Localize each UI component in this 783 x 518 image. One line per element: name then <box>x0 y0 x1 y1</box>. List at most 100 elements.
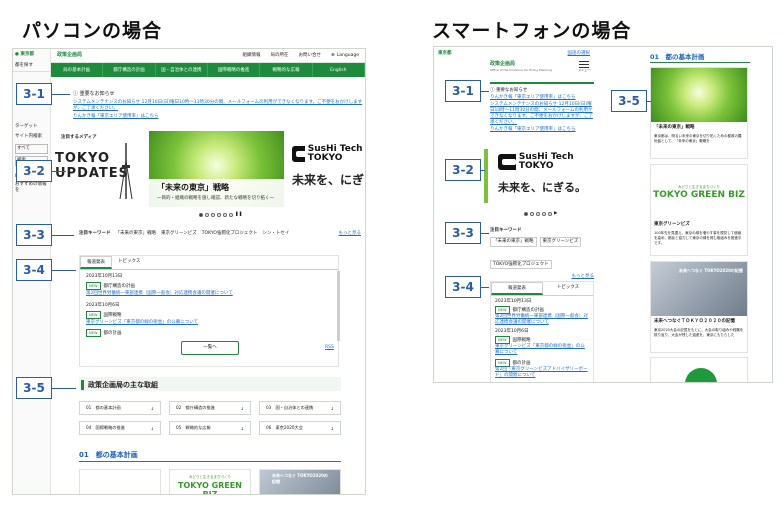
pc-hero-left-slide[interactable]: 注目するメディア TOKYO UPDATES <box>51 131 145 207</box>
play-icon[interactable]: ▶ <box>554 211 557 217</box>
news-row-meta: NEW 都の計画 <box>495 359 589 367</box>
sp-card-tokyo2020[interactable]: 未来へつなぐ TOKYO2020の記憶 未来へつなぐＴＯＫＹＯ２０２０の記憶 東… <box>650 261 748 353</box>
carousel-dot[interactable] <box>548 212 552 216</box>
carousel-dot[interactable] <box>524 212 528 216</box>
pc-language-link[interactable]: Language <box>337 53 359 59</box>
pc-header-link[interactable]: お問い合せ <box>299 53 322 59</box>
sp-card-mirai[interactable]: 「未来の東京」戦略 東京都は、明るい未来の東京を切り拓くための都政の羅針盤として… <box>650 67 748 159</box>
sp-language-link[interactable]: 国語の選択 <box>568 51 591 57</box>
pc-hero-center-slide[interactable]: 「未来の東京」戦略 一目的・組織の戦略を施し確認、新たな戦略を切り拓く一 <box>149 131 284 207</box>
carousel-dot[interactable] <box>199 213 203 217</box>
sp-heading: スマートフォンの場合 <box>432 20 632 42</box>
carousel-dot[interactable] <box>223 213 227 217</box>
callout-3-5-pc: 3-5 <box>16 377 52 399</box>
pause-icon[interactable]: ❚❚ <box>235 212 243 218</box>
sp-keywords-more[interactable]: もっと見る <box>490 274 595 280</box>
sp-card-next[interactable] <box>650 357 748 382</box>
sp-card-title: 「未来の東京」戦略 <box>654 125 695 130</box>
sp-notice-link[interactable]: りんかき報「東京エリア使用率」はこちら <box>490 95 594 101</box>
carousel-dot[interactable] <box>211 213 215 217</box>
pc-initiative-button[interactable]: 01 都の基本計画 ↓ <box>79 401 161 415</box>
pc-card-green-biz[interactable]: みどりと生きるまちづくり TOKYO GREEN BIZ <box>169 469 251 494</box>
pc-keyword-item[interactable]: TOKYO強靭化プロジェクト <box>202 231 258 237</box>
carousel-dot[interactable] <box>205 213 209 217</box>
pc-section-01-title: 01 都の基本計画 <box>79 450 341 462</box>
sp-notice-link[interactable]: りんかき報「東京エリア使用率」はこちら <box>490 127 594 133</box>
pc-dept-name[interactable]: 政策企画局 <box>57 52 82 59</box>
pc-card-tokyo2020[interactable]: 未来へつなぐ TOKYO2020の記憶 <box>259 469 341 494</box>
pc-initiative-button[interactable]: 04 国際戦略の推進 ↓ <box>79 421 161 435</box>
pc-notice-link[interactable]: りんかき報「東京エリア使用率」はこちら <box>73 114 363 120</box>
pc-news-scrollbar[interactable] <box>337 271 340 341</box>
pc-nav-item[interactable]: English <box>313 63 365 77</box>
sp-notice-link[interactable]: システムメンテナンスのお知らせ 12月10日(日)曜日10時～11時30分の間、… <box>490 102 594 126</box>
news-link[interactable]: 東京グリーンビズ「東京都の緑の街並」の公募について <box>495 344 589 356</box>
pc-sidebar-item[interactable]: 都を探す <box>13 61 50 72</box>
pc-hero-left-label: 注目するメディア <box>61 135 97 140</box>
pc-sidebar-item[interactable]: ターゲット <box>13 122 50 132</box>
pc-tokyo2020-text: 未来へつなぐ TOKYO2020の記憶 <box>272 473 328 484</box>
news-row-meta: NEW 都の計画 <box>86 329 332 337</box>
sp-keyword-item[interactable]: 「未来の東京」戦略 <box>490 237 537 247</box>
news-link[interactable]: 第2回「東京グリーンビズアドバイザリーボード」の開催について <box>495 367 589 379</box>
sp-hero-slide[interactable]: SusHi Tech TOKYO 未来を、にぎる。 <box>484 149 594 203</box>
arrow-down-icon: ↓ <box>150 405 154 411</box>
carousel-dot[interactable] <box>217 213 221 217</box>
pc-header-link[interactable]: 局の所在 <box>271 53 289 59</box>
pc-nav-item[interactable]: 都庁構造の計画 <box>103 63 156 77</box>
new-badge: NEW <box>495 306 510 314</box>
carousel-dot[interactable] <box>542 212 546 216</box>
sp-card-next-image <box>685 368 717 382</box>
comparison-figure: パソコンの場合 スマートフォンの場合 ● 東京都 都を探す ターゲット サイト内… <box>0 0 783 518</box>
pc-initiative-button[interactable]: 02 都庁構造の推進 ↓ <box>169 401 251 415</box>
news-date: 2023年10月6日 <box>495 329 529 334</box>
pc-keywords-more[interactable]: もっと見る <box>339 231 362 237</box>
tab-press-release[interactable]: 報道発表 <box>80 256 112 269</box>
pc-sidebar-select[interactable]: すべて <box>15 144 48 154</box>
pc-nav-item[interactable]: 戦略的な広報 <box>260 63 313 77</box>
pc-rss-link[interactable]: RSS <box>325 345 334 351</box>
pc-initiative-button[interactable]: 06 東京2020大会 ↓ <box>259 421 341 435</box>
sp-card-title: 東京グリーンビズ <box>654 222 690 227</box>
sp-card-text: 東京2020大会の記憶をもとに、大会の取り組みや経験を振り返り、大会が残した遺産… <box>654 328 744 337</box>
news-row-meta: NEW 国際戦略 <box>495 336 589 344</box>
news-link[interactable]: 東京グリーンビズ「東京都の緑の街並」の公募について <box>86 320 332 326</box>
news-date: 2023年10月6日 <box>86 303 120 308</box>
tab-topics[interactable]: トピックス <box>543 282 593 295</box>
tab-press-release[interactable]: 報道発表 <box>491 282 543 295</box>
carousel-dot[interactable] <box>530 212 534 216</box>
pc-initiative-button[interactable]: 05 戦略的な広報 ↓ <box>169 421 251 435</box>
sp-news-tabs: 報道発表 トピックス <box>491 282 593 296</box>
pc-nav-item[interactable]: 国・自治体との連携 <box>156 63 208 77</box>
news-link[interactable]: 第2回世界労働統一東部連携（国際一般会）対応連携会議の開催について <box>495 314 589 326</box>
pc-keyword-item[interactable]: 「未来の東京」戦略 <box>116 231 157 237</box>
arrow-down-icon: ↓ <box>150 425 154 431</box>
carousel-dot[interactable] <box>229 213 233 217</box>
news-row-meta: NEW 都庁構造の計画 <box>495 306 589 314</box>
news-link[interactable]: 第2回世界労働統一東部連携（国際一般会）対応連携会議の開催について <box>86 291 332 297</box>
pc-hero-right-slide[interactable]: SusHi Tech TOKYO 未来を、にぎ <box>288 131 365 207</box>
pc-header-link[interactable]: 組織情報 <box>243 53 261 59</box>
pc-notice-link[interactable]: システムメンテナンスのお知らせ 12月10日(日)曜日10時～11時30分の間、… <box>73 100 363 112</box>
pc-keyword-item[interactable]: シン・トセイ <box>262 231 289 237</box>
pc-card-mirai[interactable] <box>79 469 161 494</box>
pc-initiatives-title: 政策企画局の主な取組 <box>81 380 158 390</box>
arrow-down-icon: ↓ <box>240 425 244 431</box>
pc-sidebar-item: おすすめの情報を <box>15 182 47 193</box>
pc-nav-item[interactable]: 国際戦略の推進 <box>208 63 261 77</box>
carousel-dot[interactable] <box>536 212 540 216</box>
pc-nav-item[interactable]: 局の基本計画 <box>51 63 104 77</box>
tab-topics[interactable]: トピックス <box>112 256 146 269</box>
callout-3-4-pc: 3-4 <box>16 259 52 281</box>
sp-logo[interactable]: 東京都 <box>438 51 452 57</box>
sp-keyword-item[interactable]: TOKYO強靭化プロジェクト <box>490 260 552 269</box>
pc-keyword-item[interactable]: 東京グリーンビズ <box>161 231 197 237</box>
sp-sushi-logo-text: SusHi Tech TOKYO <box>518 152 574 171</box>
sp-card-green-biz[interactable]: みどりと生きるまちづくり TOKYO GREEN BIZ 東京グリーンビズ 10… <box>650 164 748 256</box>
sp-menu-button[interactable]: メニュー <box>578 61 590 72</box>
pc-initiative-button[interactable]: 03 国・自治体との連携 ↓ <box>259 401 341 415</box>
sp-keyword-item[interactable]: 東京グリーンビズ <box>539 237 582 247</box>
pc-news-list-button[interactable]: 一覧へ <box>181 341 239 355</box>
pc-notices: ⓘ 重要なお知らせ システムメンテナンスのお知らせ 12月10日(日)曜日10時… <box>73 91 363 120</box>
callout-line <box>481 170 485 171</box>
